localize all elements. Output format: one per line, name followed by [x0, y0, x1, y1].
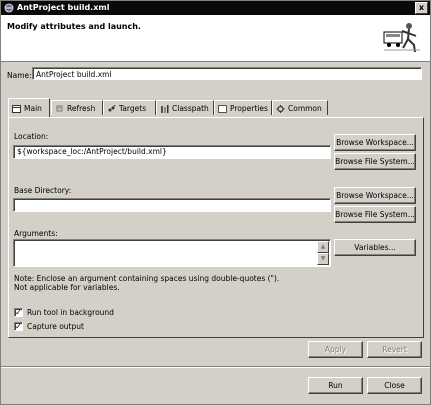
- tab-classpath-label: Classpath: [172, 104, 209, 113]
- ant-runner-banner-icon: [383, 23, 420, 53]
- close-window-button[interactable]: x: [415, 2, 428, 14]
- base-dir-browse-workspace-button[interactable]: Browse Workspace...: [334, 187, 416, 204]
- dialog-heading: Modify attributes and launch.: [7, 22, 141, 31]
- targets-ant-icon: [108, 105, 116, 112]
- tab-targets[interactable]: Targets: [103, 100, 156, 115]
- arguments-note-line2: Not applicable for variables.: [14, 283, 120, 292]
- apply-button[interactable]: Apply: [308, 341, 363, 358]
- common-gear-icon: [276, 105, 285, 113]
- dialog-header: Modify attributes and launch.: [1, 15, 430, 62]
- run-button[interactable]: Run: [308, 377, 363, 394]
- scroll-down-arrow-icon[interactable]: ▼: [317, 253, 329, 265]
- tab-targets-label: Targets: [119, 104, 147, 113]
- checkmark-icon: ✓: [15, 308, 22, 317]
- location-browse-workspace-button[interactable]: Browse Workspace...: [334, 134, 416, 151]
- tab-main[interactable]: Main: [8, 98, 50, 117]
- tab-classpath[interactable]: Classpath: [156, 100, 214, 115]
- footer-separator: [1, 366, 430, 368]
- title-bar[interactable]: AntProject build.xml x: [1, 1, 430, 15]
- variables-button[interactable]: Variables...: [334, 239, 416, 256]
- tab-common-label: Common: [288, 104, 322, 113]
- properties-icon: [218, 105, 227, 113]
- arguments-note-line1: Note: Enclose an argument containing spa…: [14, 274, 280, 283]
- location-label: Location:: [14, 132, 49, 141]
- capture-output-label: Capture output: [27, 322, 84, 331]
- tab-properties-label: Properties: [230, 104, 268, 113]
- tab-properties[interactable]: Properties: [214, 100, 272, 115]
- location-field[interactable]: ${workspace_loc:/AntProject/build.xml}: [13, 145, 331, 159]
- close-button[interactable]: Close: [367, 377, 422, 394]
- name-label: Name:: [7, 71, 32, 80]
- window-title: AntProject build.xml: [17, 3, 110, 12]
- base-directory-label: Base Directory:: [14, 186, 72, 195]
- capture-output-checkbox[interactable]: ✓: [14, 322, 23, 331]
- classpath-books-icon: [161, 105, 169, 113]
- tab-common[interactable]: Common: [272, 100, 328, 115]
- checkmark-icon: ✓: [15, 322, 22, 331]
- arguments-label: Arguments:: [14, 229, 58, 238]
- main-tab-icon: [12, 105, 21, 113]
- arguments-textarea[interactable]: ▲ ▼: [13, 239, 331, 267]
- run-in-background-checkbox[interactable]: ✓: [14, 308, 23, 317]
- location-browse-file-system-button[interactable]: Browse File System...: [334, 153, 416, 170]
- base-dir-browse-file-system-button[interactable]: Browse File System...: [334, 206, 416, 223]
- refresh-icon: [56, 105, 63, 112]
- tab-refresh[interactable]: Refresh: [51, 100, 103, 115]
- revert-button[interactable]: Revert: [367, 341, 422, 358]
- scroll-up-arrow-icon[interactable]: ▲: [317, 241, 329, 253]
- base-directory-field[interactable]: [13, 198, 331, 212]
- launch-config-dialog: AntProject build.xml x Modify attributes…: [0, 0, 431, 405]
- eclipse-app-icon: [4, 3, 14, 13]
- arguments-scrollbar[interactable]: ▲ ▼: [317, 241, 329, 265]
- tab-refresh-label: Refresh: [67, 104, 96, 113]
- run-in-background-label: Run tool in background: [27, 308, 114, 317]
- name-field[interactable]: AntProject build.xml: [32, 67, 422, 80]
- tab-main-label: Main: [24, 104, 42, 113]
